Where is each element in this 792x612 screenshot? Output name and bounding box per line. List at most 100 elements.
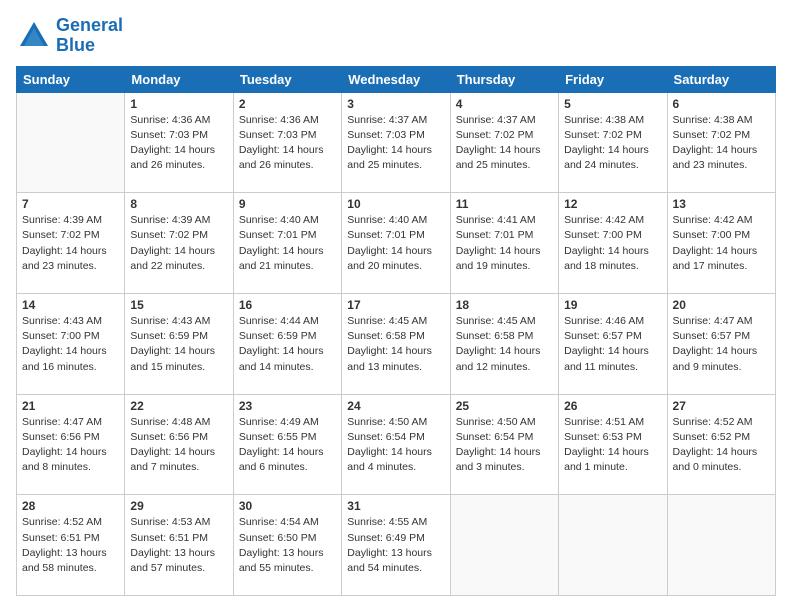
calendar-cell: 18Sunrise: 4:45 AMSunset: 6:58 PMDayligh… — [450, 293, 558, 394]
day-info: Sunrise: 4:47 AMSunset: 6:56 PMDaylight:… — [22, 415, 119, 476]
day-number: 7 — [22, 197, 119, 211]
day-info: Sunrise: 4:36 AMSunset: 7:03 PMDaylight:… — [239, 113, 336, 174]
day-info: Sunrise: 4:52 AMSunset: 6:51 PMDaylight:… — [22, 515, 119, 576]
logo-blue: Blue — [56, 35, 95, 55]
day-number: 20 — [673, 298, 770, 312]
day-header-tuesday: Tuesday — [233, 66, 341, 92]
day-info: Sunrise: 4:43 AMSunset: 6:59 PMDaylight:… — [130, 314, 227, 375]
calendar-cell: 29 Sunrise: 4:53 AMSunset: 6:51 PMDayligh… — [125, 495, 233, 596]
calendar-cell: 10 Sunrise: 4:40 AMSunset: 7:01 PMDayligh… — [342, 193, 450, 294]
day-number: 3 — [347, 97, 444, 111]
calendar-header-row: SundayMondayTuesdayWednesdayThursdayFrid… — [17, 66, 776, 92]
calendar-cell: 6 Sunrise: 4:38 AMSunset: 7:02 PMDaylight… — [667, 92, 775, 193]
calendar-cell: 3 Sunrise: 4:37 AMSunset: 7:03 PMDaylight… — [342, 92, 450, 193]
calendar-cell: 12 Sunrise: 4:42 AMSunset: 7:00 PMDayligh… — [559, 193, 667, 294]
day-number: 9 — [239, 197, 336, 211]
week-row-0: 1 Sunrise: 4:36 AMSunset: 7:03 PMDaylight… — [17, 92, 776, 193]
day-number: 21 — [22, 399, 119, 413]
calendar-cell: 25 Sunrise: 4:50 AMSunset: 6:54 PMDayligh… — [450, 394, 558, 495]
day-number: 13 — [673, 197, 770, 211]
calendar-page: General Blue SundayMondayTuesdayWednesda… — [0, 0, 792, 612]
day-number: 27 — [673, 399, 770, 413]
day-info: Sunrise: 4:47 AMSunset: 6:57 PMDaylight:… — [673, 314, 770, 375]
calendar-cell: 4 Sunrise: 4:37 AMSunset: 7:02 PMDaylight… — [450, 92, 558, 193]
day-info: Sunrise: 4:48 AMSunset: 6:56 PMDaylight:… — [130, 415, 227, 476]
calendar-cell: 28 Sunrise: 4:52 AMSunset: 6:51 PMDayligh… — [17, 495, 125, 596]
day-header-thursday: Thursday — [450, 66, 558, 92]
calendar-cell: 17 Sunrise: 4:45 AMSunset: 6:58 PMDayligh… — [342, 293, 450, 394]
week-row-3: 21 Sunrise: 4:47 AMSunset: 6:56 PMDayligh… — [17, 394, 776, 495]
day-number: 23 — [239, 399, 336, 413]
day-info: Sunrise: 4:49 AMSunset: 6:55 PMDaylight:… — [239, 415, 336, 476]
calendar-cell: 16 Sunrise: 4:44 AMSunset: 6:59 PMDayligh… — [233, 293, 341, 394]
day-info: Sunrise: 4:36 AMSunset: 7:03 PMDaylight:… — [130, 113, 227, 174]
logo: General Blue — [16, 16, 123, 56]
day-number: 11 — [456, 197, 553, 211]
calendar-cell: 26 Sunrise: 4:51 AMSunset: 6:53 PMDayligh… — [559, 394, 667, 495]
day-info: Sunrise: 4:51 AMSunset: 6:53 PMDaylight:… — [564, 415, 661, 476]
week-row-2: 14Sunrise: 4:43 AMSunset: 7:00 PMDayligh… — [17, 293, 776, 394]
calendar-cell: 21 Sunrise: 4:47 AMSunset: 6:56 PMDayligh… — [17, 394, 125, 495]
day-number: 1 — [130, 97, 227, 111]
day-number: 17 — [347, 298, 444, 312]
day-info: Sunrise: 4:40 AMSunset: 7:01 PMDaylight:… — [347, 213, 444, 274]
day-number: 25 — [456, 399, 553, 413]
calendar-cell: 15 Sunrise: 4:43 AMSunset: 6:59 PMDayligh… — [125, 293, 233, 394]
day-info: Sunrise: 4:37 AMSunset: 7:02 PMDaylight:… — [456, 113, 553, 174]
day-header-sunday: Sunday — [17, 66, 125, 92]
calendar-cell: 2 Sunrise: 4:36 AMSunset: 7:03 PMDaylight… — [233, 92, 341, 193]
week-row-4: 28 Sunrise: 4:52 AMSunset: 6:51 PMDayligh… — [17, 495, 776, 596]
day-number: 31 — [347, 499, 444, 513]
calendar-cell: 8Sunrise: 4:39 AMSunset: 7:02 PMDaylight… — [125, 193, 233, 294]
day-number: 15 — [130, 298, 227, 312]
calendar-cell: 7Sunrise: 4:39 AMSunset: 7:02 PMDaylight… — [17, 193, 125, 294]
logo-icon — [16, 18, 52, 54]
day-info: Sunrise: 4:42 AMSunset: 7:00 PMDaylight:… — [564, 213, 661, 274]
day-info: Sunrise: 4:43 AMSunset: 7:00 PMDaylight:… — [22, 314, 119, 375]
day-number: 8 — [130, 197, 227, 211]
calendar-cell: 14Sunrise: 4:43 AMSunset: 7:00 PMDayligh… — [17, 293, 125, 394]
day-info: Sunrise: 4:45 AMSunset: 6:58 PMDaylight:… — [347, 314, 444, 375]
day-info: Sunrise: 4:44 AMSunset: 6:59 PMDaylight:… — [239, 314, 336, 375]
page-header: General Blue — [16, 16, 776, 56]
day-number: 29 — [130, 499, 227, 513]
day-number: 28 — [22, 499, 119, 513]
day-info: Sunrise: 4:50 AMSunset: 6:54 PMDaylight:… — [347, 415, 444, 476]
day-info: Sunrise: 4:37 AMSunset: 7:03 PMDaylight:… — [347, 113, 444, 174]
calendar-cell: 20 Sunrise: 4:47 AMSunset: 6:57 PMDayligh… — [667, 293, 775, 394]
calendar-cell: 24Sunrise: 4:50 AMSunset: 6:54 PMDayligh… — [342, 394, 450, 495]
day-info: Sunrise: 4:46 AMSunset: 6:57 PMDaylight:… — [564, 314, 661, 375]
day-info: Sunrise: 4:53 AMSunset: 6:51 PMDaylight:… — [130, 515, 227, 576]
calendar-cell: 27Sunrise: 4:52 AMSunset: 6:52 PMDayligh… — [667, 394, 775, 495]
calendar-cell: 23 Sunrise: 4:49 AMSunset: 6:55 PMDayligh… — [233, 394, 341, 495]
day-info: Sunrise: 4:54 AMSunset: 6:50 PMDaylight:… — [239, 515, 336, 576]
calendar-cell: 1 Sunrise: 4:36 AMSunset: 7:03 PMDaylight… — [125, 92, 233, 193]
day-number: 4 — [456, 97, 553, 111]
day-number: 10 — [347, 197, 444, 211]
day-info: Sunrise: 4:50 AMSunset: 6:54 PMDaylight:… — [456, 415, 553, 476]
day-number: 16 — [239, 298, 336, 312]
week-row-1: 7Sunrise: 4:39 AMSunset: 7:02 PMDaylight… — [17, 193, 776, 294]
day-number: 22 — [130, 399, 227, 413]
calendar-cell: 5Sunrise: 4:38 AMSunset: 7:02 PMDaylight… — [559, 92, 667, 193]
day-info: Sunrise: 4:38 AMSunset: 7:02 PMDaylight:… — [673, 113, 770, 174]
day-info: Sunrise: 4:55 AMSunset: 6:49 PMDaylight:… — [347, 515, 444, 576]
day-number: 2 — [239, 97, 336, 111]
calendar-cell — [450, 495, 558, 596]
logo-general: General — [56, 15, 123, 35]
logo-text: General Blue — [56, 16, 123, 56]
day-info: Sunrise: 4:41 AMSunset: 7:01 PMDaylight:… — [456, 213, 553, 274]
day-number: 5 — [564, 97, 661, 111]
day-info: Sunrise: 4:40 AMSunset: 7:01 PMDaylight:… — [239, 213, 336, 274]
day-number: 6 — [673, 97, 770, 111]
calendar-cell — [17, 92, 125, 193]
calendar-cell — [667, 495, 775, 596]
calendar-cell: 30 Sunrise: 4:54 AMSunset: 6:50 PMDayligh… — [233, 495, 341, 596]
day-number: 19 — [564, 298, 661, 312]
day-number: 30 — [239, 499, 336, 513]
day-number: 12 — [564, 197, 661, 211]
day-info: Sunrise: 4:45 AMSunset: 6:58 PMDaylight:… — [456, 314, 553, 375]
calendar-cell: 13Sunrise: 4:42 AMSunset: 7:00 PMDayligh… — [667, 193, 775, 294]
day-number: 26 — [564, 399, 661, 413]
calendar-cell: 22 Sunrise: 4:48 AMSunset: 6:56 PMDayligh… — [125, 394, 233, 495]
